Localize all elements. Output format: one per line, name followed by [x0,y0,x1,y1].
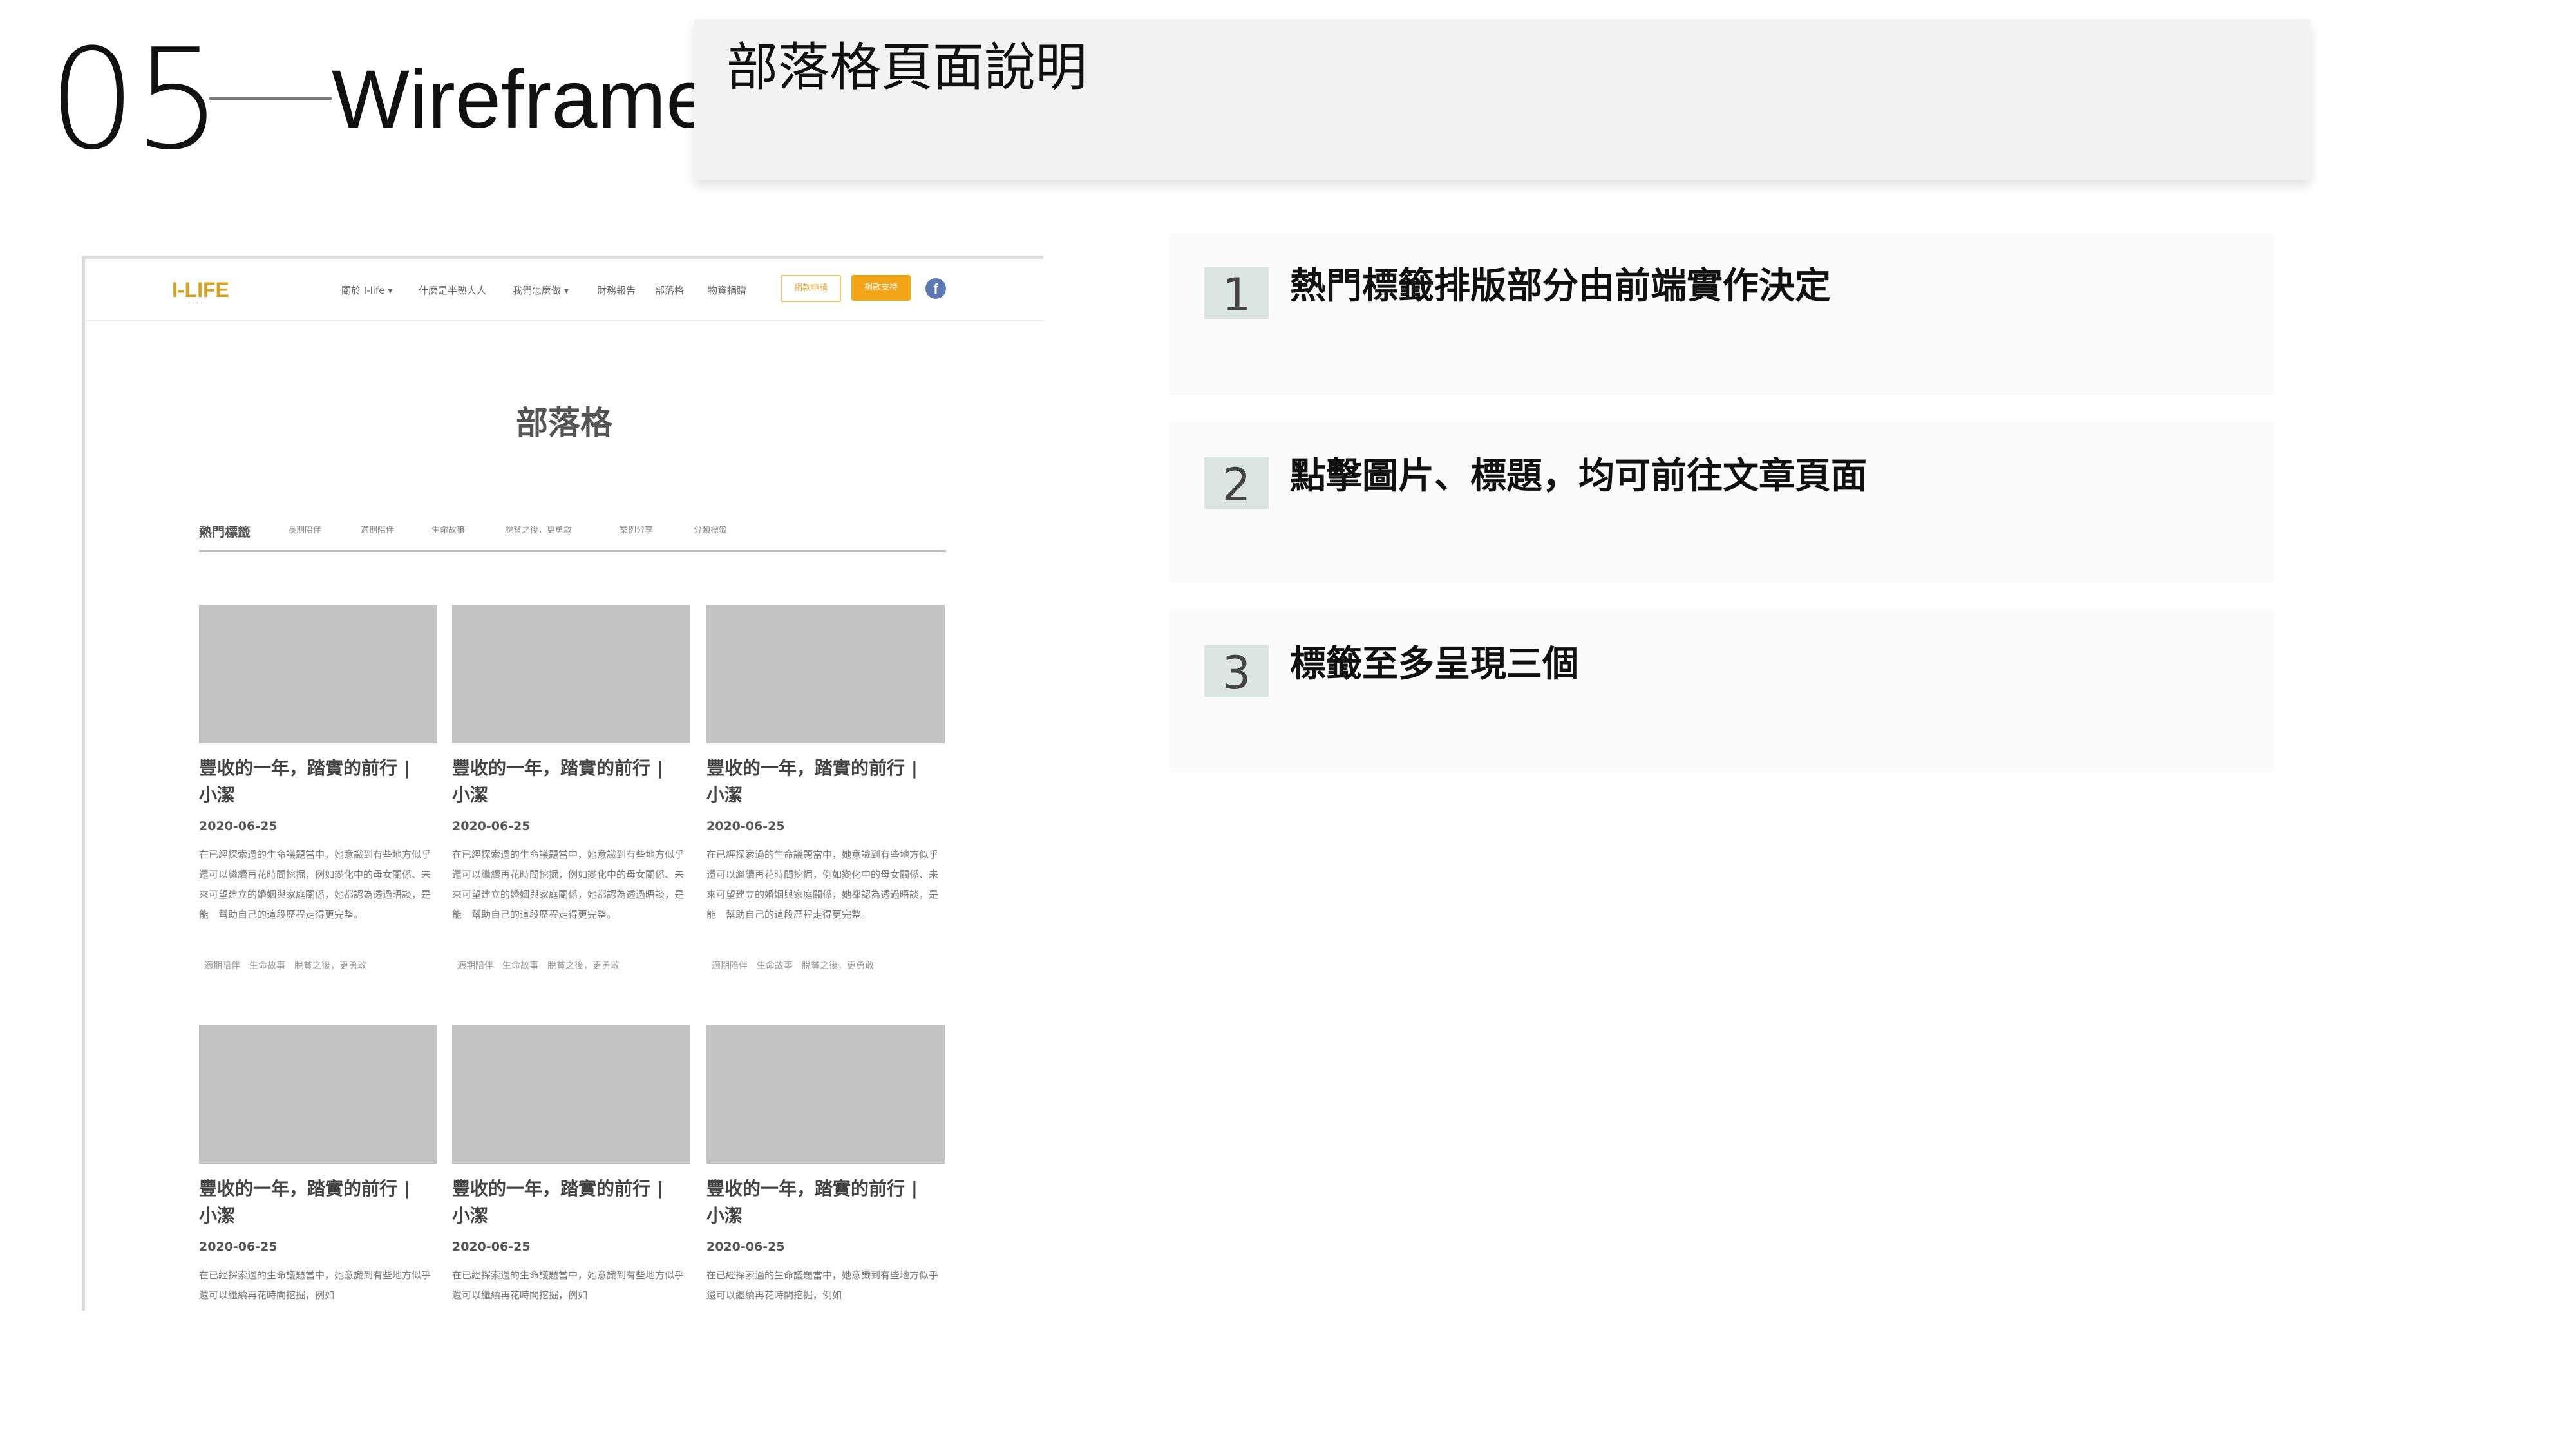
wireframe-logo-subtitle: · · · · [188,300,203,307]
card-image[interactable] [199,1025,437,1164]
slide-title: 部落格頁面說明 [726,37,1087,97]
note-card [1169,610,2273,771]
nav-item-about[interactable]: 關於 I-life ▾ [341,283,393,297]
note-number-badge: 1 [1204,267,1269,321]
card-excerpt: 在已經探索過的生命議題當中，她意識到有些地方似乎還可以繼續再花時間挖掘，例如變化… [199,849,431,920]
facebook-icon[interactable]: f [925,278,946,299]
hot-tag[interactable]: 長期陪伴 [288,523,321,535]
hot-tag[interactable]: 適期陪伴 [361,523,394,535]
note-text: 熱門標籤排版部分由前端實作決定 [1290,265,1831,307]
nav-item-half-adult[interactable]: 什麼是半熟大人 [419,283,486,297]
nav-item-how-we-do[interactable]: 我們怎麼做 ▾ [513,283,569,297]
card-image[interactable] [706,605,945,743]
nav-item-blog[interactable]: 部落格 [655,283,684,297]
note-card [1169,422,2273,583]
apply-button[interactable]: 捐款申請 [781,275,841,302]
card-date: 2020-06-25 [706,1240,785,1254]
card-excerpt: 在已經探索過的生命議題當中，她意識到有些地方似乎還可以繼續再花時間挖掘，例如變化… [452,849,685,920]
hot-tag[interactable]: 生命故事 [431,523,465,535]
note-number-badge: 3 [1204,645,1269,699]
note-number-badge: 2 [1204,457,1269,511]
card-title[interactable]: 豐收的一年，踏實的前行 | 小潔 [452,1175,677,1229]
hot-tag[interactable]: 脫貧之後，更勇敢 [505,523,572,535]
section-title: Wireframe [332,53,712,146]
wireframe-logo: I-LIFE [172,278,229,301]
nav-item-financial-report[interactable]: 財務報告 [597,283,636,297]
card-tags[interactable]: 適期陪伴 生命故事 脫貧之後，更勇敢 [204,959,366,972]
tags-divider [199,550,946,552]
note-card [1169,234,2273,395]
hot-tag[interactable]: 案例分享 [620,523,653,535]
card-image[interactable] [452,605,690,743]
card-tags[interactable]: 適期陪伴 生命故事 脫貧之後，更勇敢 [712,959,874,972]
card-title[interactable]: 豐收的一年，踏實的前行 | 小潔 [199,755,424,809]
donate-button[interactable]: 捐款支持 [851,275,911,301]
hot-tags-label: 熱門標籤 [199,524,251,540]
note-text: 點擊圖片、標題，均可前往文章頁面 [1290,455,1867,497]
card-image[interactable] [199,605,437,743]
card-title[interactable]: 豐收的一年，踏實的前行 | 小潔 [199,1175,424,1229]
card-excerpt: 在已經探索過的生命議題當中，她意識到有些地方似乎還可以繼續再花時間挖掘，例如變化… [706,849,939,920]
card-excerpt: 在已經探索過的生命議題當中，她意識到有些地方似乎還可以繼續再花時間挖掘，例如 [199,1269,431,1301]
card-date: 2020-06-25 [199,819,278,833]
card-date: 2020-06-25 [452,1240,531,1254]
card-date: 2020-06-25 [452,819,531,833]
hot-tag[interactable]: 分類標籤 [694,523,727,535]
card-image[interactable] [706,1025,945,1164]
blog-heading: 部落格 [516,404,612,442]
card-date: 2020-06-25 [199,1240,278,1254]
card-title[interactable]: 豐收的一年，踏實的前行 | 小潔 [706,755,932,809]
card-tags[interactable]: 適期陪伴 生命故事 脫貧之後，更勇敢 [457,959,620,972]
card-title[interactable]: 豐收的一年，踏實的前行 | 小潔 [452,755,677,809]
wireframe-navbar: I-LIFE · · · · 關於 I-life ▾ 什麼是半熟大人 我們怎麼做… [85,259,1043,321]
card-title[interactable]: 豐收的一年，踏實的前行 | 小潔 [706,1175,932,1229]
wireframe-screenshot: I-LIFE · · · · 關於 I-life ▾ 什麼是半熟大人 我們怎麼做… [82,256,1043,1311]
card-excerpt: 在已經探索過的生命議題當中，她意識到有些地方似乎還可以繼續再花時間挖掘，例如 [452,1269,685,1301]
card-excerpt: 在已經探索過的生命議題當中，她意識到有些地方似乎還可以繼續再花時間挖掘，例如 [706,1269,939,1301]
card-image[interactable] [452,1025,690,1164]
nav-item-donate-goods[interactable]: 物資捐贈 [708,283,746,297]
title-divider-line [209,97,332,100]
card-date: 2020-06-25 [706,819,785,833]
section-number: 05 [48,19,222,180]
note-text: 標籤至多呈現三個 [1290,643,1578,685]
